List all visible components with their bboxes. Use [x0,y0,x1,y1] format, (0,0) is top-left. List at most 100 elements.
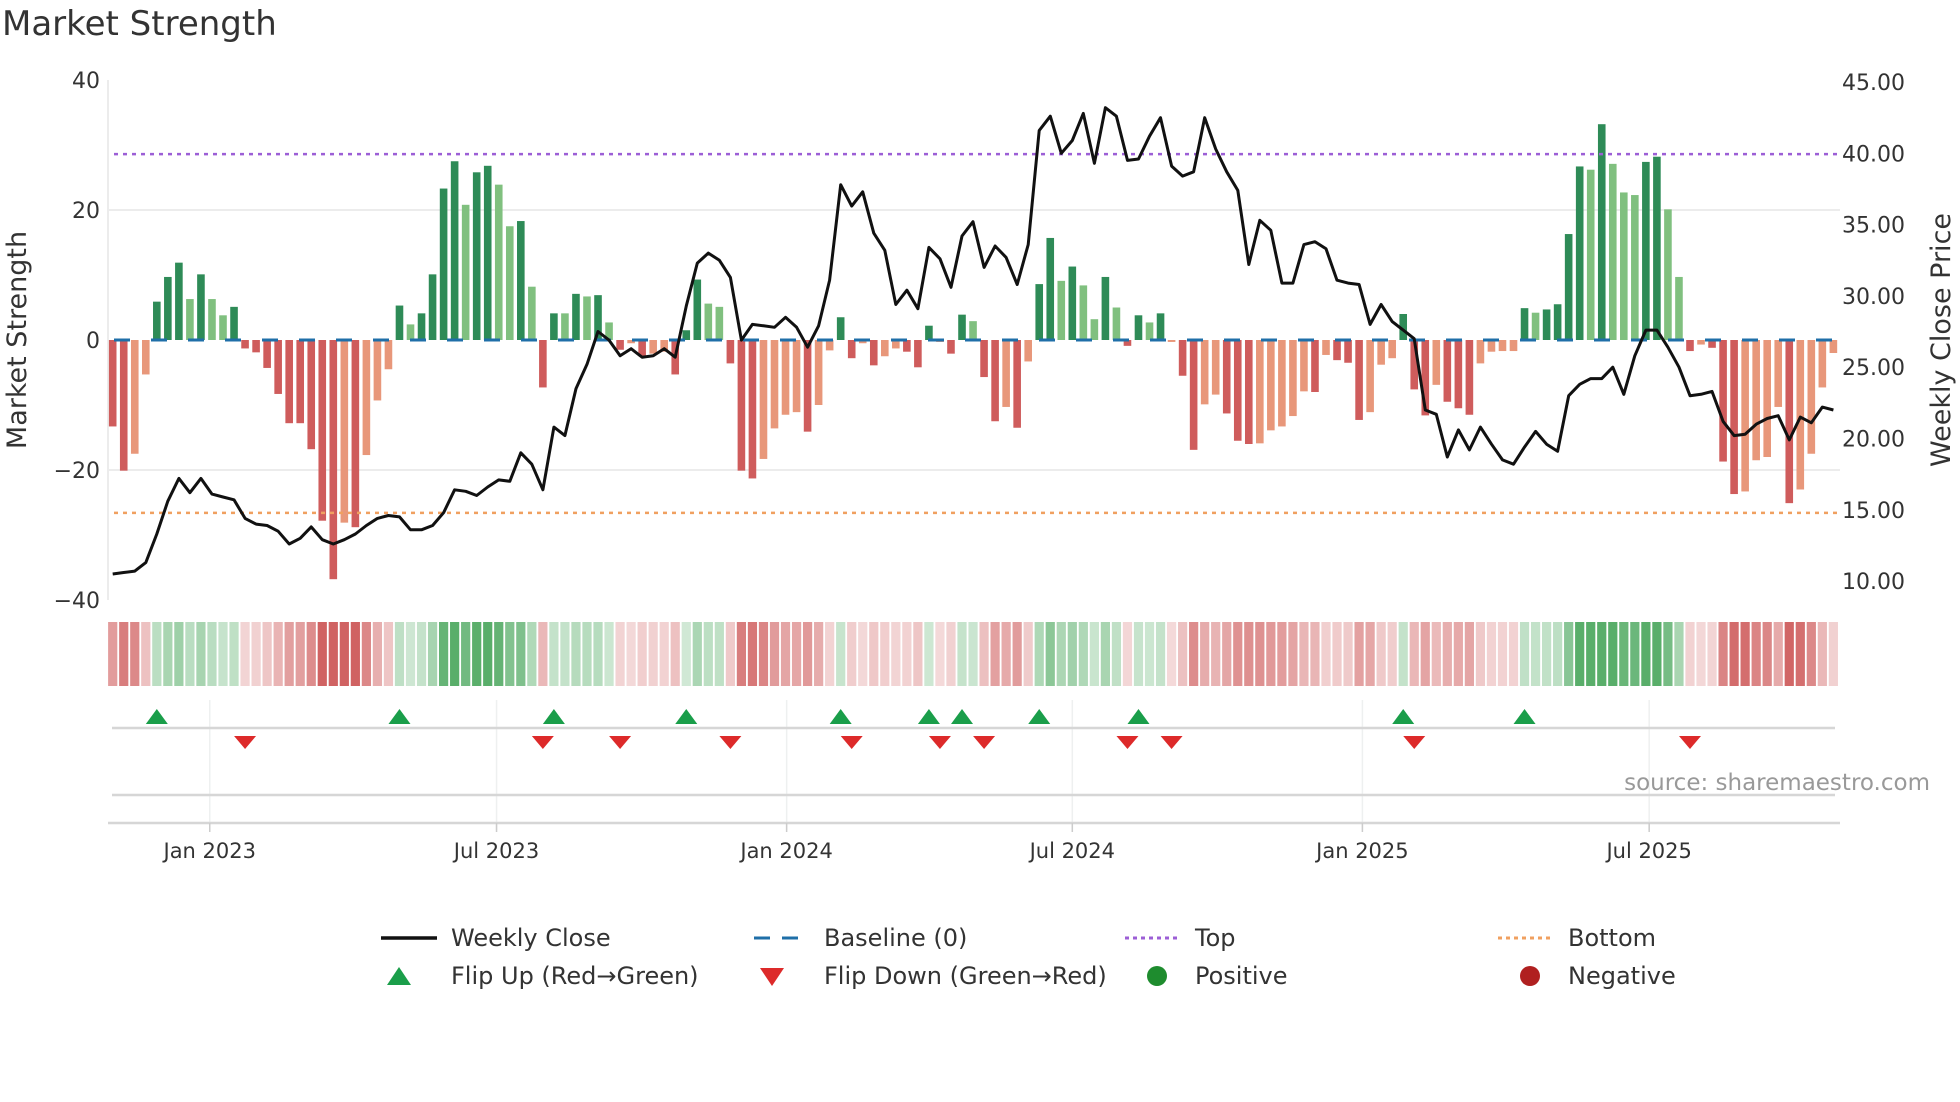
strip-cell [979,622,989,686]
y-tick-label: 40 [72,69,100,94]
strip-cell [1332,622,1342,686]
strip-cell [549,622,559,686]
strength-bar [384,340,393,370]
x-tick-label: Jan 2025 [1314,839,1409,863]
strength-bar [1322,340,1330,355]
strength-bar [583,296,591,340]
strip-cell [990,622,1000,686]
strength-bar [1454,340,1463,409]
legend-bottom: Bottom [1498,924,1656,952]
y2-tick-label: 15.00 [1842,499,1905,524]
strength-bar [1112,307,1121,340]
strength-bar [1311,340,1319,392]
strip-cell [439,622,449,686]
circle-icon [1147,966,1167,986]
strip-cell [152,622,162,686]
legend-label: Bottom [1568,924,1657,952]
strip-cell [703,622,713,686]
flip-down-marker [719,736,742,749]
strip-cell [1222,622,1232,686]
strength-bar [1476,340,1485,364]
strip-cell [791,622,802,686]
strip-cell [1365,622,1375,686]
strip-cell [1277,622,1287,686]
strength-bar [1189,340,1198,450]
strip-cell [814,622,824,686]
strip-cell [483,622,493,686]
strip-cell [328,622,338,686]
legend-label: Positive [1195,962,1288,990]
strength-bar [991,340,999,422]
strength-bar [439,188,448,340]
strip-cell [681,622,691,686]
strip-cell [339,622,349,686]
strength-bar [241,340,249,349]
strip-cell [1067,622,1077,686]
strength-bar [1443,340,1452,402]
strip-cell [538,622,548,686]
strip-cell [494,622,504,686]
strip-cell [615,622,625,686]
strip-cell [1519,622,1530,686]
strip-cell [1674,622,1684,686]
strip-cell [714,622,724,686]
strength-bar [108,340,117,427]
strength-bar [1620,192,1628,340]
strength-bar [395,305,404,340]
strip-cell [1078,622,1088,686]
strip-cell [560,622,570,686]
strength-bar [1233,340,1242,441]
strength-bar [351,340,360,528]
strip-cell [1189,622,1199,686]
legend-weekly-close: Weekly Close [381,924,611,952]
strip-cell [670,622,680,686]
strength-bar [903,340,911,352]
y-tick-label: −40 [54,589,100,614]
strength-bar [1101,276,1110,340]
strip-cell [1321,622,1331,686]
strip-cell [262,622,272,686]
strip-cell [1652,622,1662,686]
strength-bar [1278,340,1286,427]
strength-bar [494,184,503,340]
strip-cell [1663,622,1673,686]
strength-bar [825,340,834,351]
strip-cell [1354,622,1364,686]
strip-cell [648,622,658,686]
strength-bar [1807,340,1816,454]
strip-cell [858,622,868,686]
strip-cell [1255,622,1265,686]
strip-cell [1012,622,1022,686]
legend-flip-down: Flip Down (Green→Red) [754,962,1107,990]
strip-cell [1376,622,1386,686]
strength-bar [252,340,260,353]
triangle-up-icon [387,967,411,985]
legend-label: Flip Down (Green→Red) [824,962,1107,990]
strength-bar [726,340,735,364]
strength-bar [1774,340,1783,407]
strength-bar [914,340,922,368]
strength-bar [1686,340,1694,352]
strength-bar [1156,313,1165,340]
legend-baseline: Baseline (0) [754,924,967,952]
strip-cell [847,622,857,686]
strip-cell [593,622,603,686]
strength-bar [1487,340,1496,352]
strength-bar [1597,124,1606,340]
strip-cell [1497,622,1508,686]
strip-cell [119,622,129,686]
strip-cell [1299,622,1309,686]
strength-bar [616,340,624,350]
strength-bar [1366,340,1374,413]
x-tick-label: Jul 2024 [1028,839,1115,863]
strip-cell [383,622,394,686]
strip-cell [1178,622,1188,686]
axes: 40 20 0 −20 −40 45.00 40.00 35.00 30.00 25.00 20.0… [2,69,1957,863]
strip-cell [1806,622,1816,686]
strength-bar [1642,161,1650,340]
strip-cell [207,622,217,686]
flip-down-marker [973,736,996,749]
strength-bar [1564,234,1573,340]
strip-cell [1431,622,1441,686]
legend-label: Flip Up (Red→Green) [451,962,699,990]
